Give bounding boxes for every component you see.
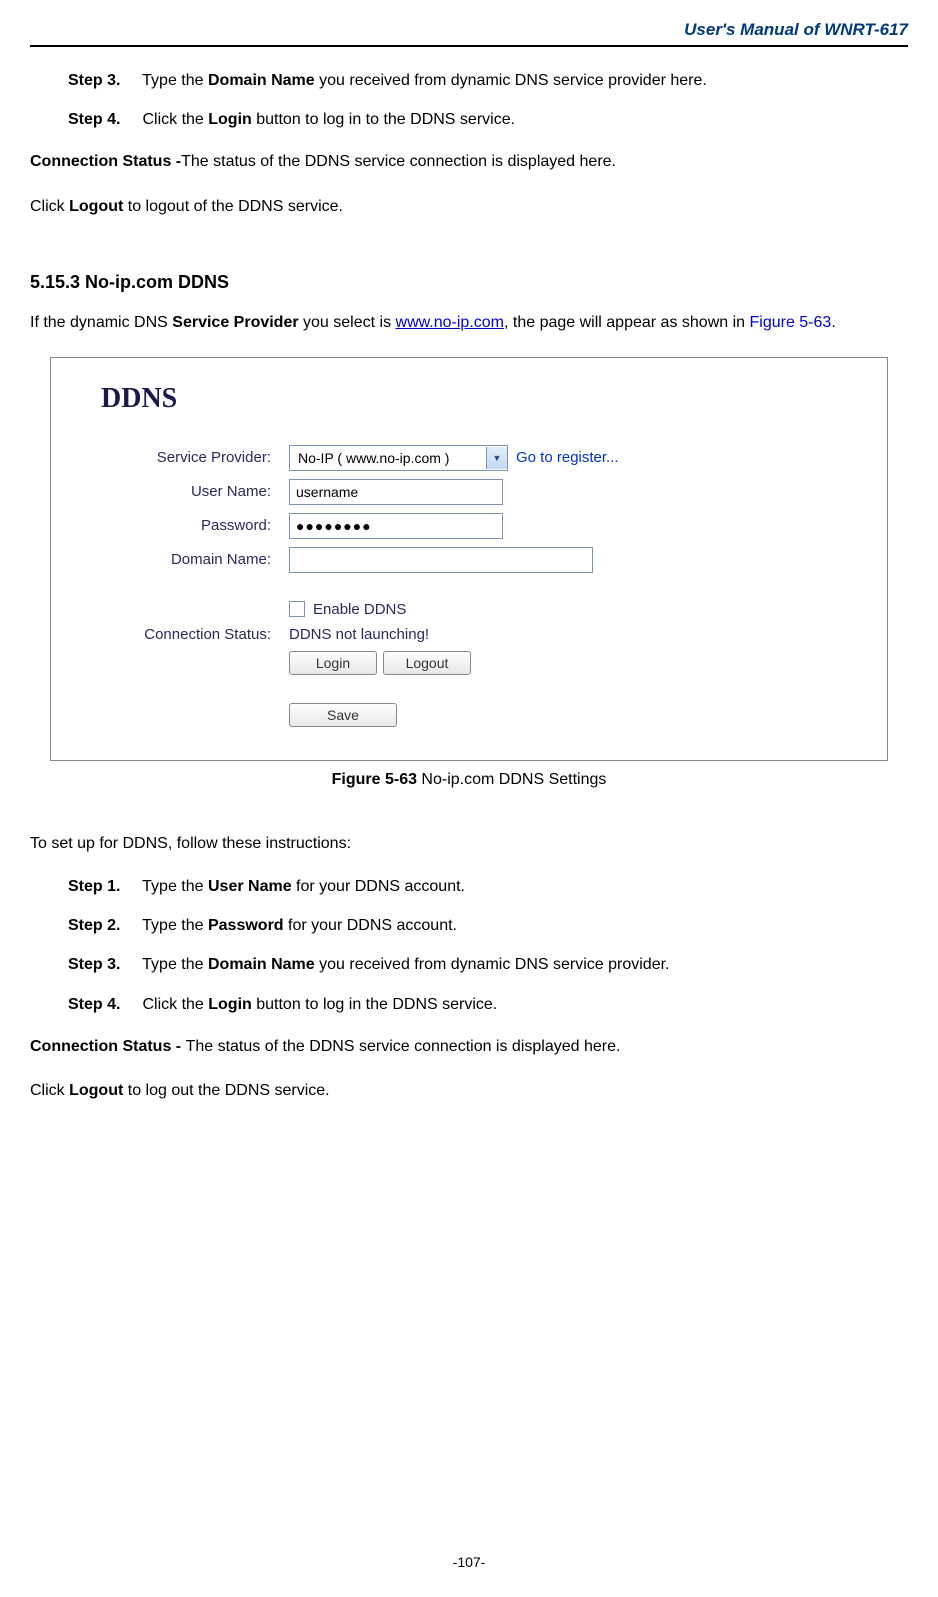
text: The status of the DDNS service connectio… [181,153,616,170]
bold: Domain Name [208,956,315,973]
step-text-suffix: button to log in to the DDNS service. [252,111,515,128]
bold: Login [208,996,252,1013]
username-row: User Name: [101,479,857,505]
figure-caption: Figure 5-63 No-ip.com DDNS Settings [30,771,908,789]
text: for your DDNS account. [284,917,457,934]
domain-row: Domain Name: [101,547,857,573]
bold-label: Connection Status - [30,1038,186,1055]
text-prefix: Click [30,198,69,215]
text-suffix: to log out the DDNS service. [123,1082,329,1099]
bold: Password [208,917,284,934]
select-value: No-IP ( www.no-ip.com ) [290,450,486,466]
text-suffix: to logout of the DDNS service. [123,198,343,215]
domain-input[interactable] [289,547,593,573]
service-provider-row: Service Provider: No-IP ( www.no-ip.com … [101,445,857,471]
bold-label: Service Provider [172,314,298,331]
page-header-title: User's Manual of WNRT-617 [30,20,908,47]
step-label: Step 4. [68,991,138,1018]
connection-status-value: DDNS not launching! [289,626,429,643]
text: The status of the DDNS service connectio… [186,1038,621,1055]
service-provider-label: Service Provider: [101,449,289,466]
text: you received from dynamic DNS service pr… [315,956,670,973]
bold-label: Connection Status - [30,153,181,170]
step-label: Step 3. [68,951,138,978]
password-row: Password: [101,513,857,539]
enable-ddns-row: Enable DDNS [101,601,857,618]
step-text-suffix: you received from dynamic DNS service pr… [315,72,707,89]
ddns-settings-figure: DDNS Service Provider: No-IP ( www.no-ip… [50,357,888,761]
go-register-link[interactable]: Go to register... [516,449,619,466]
domain-label: Domain Name: [101,551,289,568]
service-provider-select[interactable]: No-IP ( www.no-ip.com ) ▼ [289,445,508,471]
connection-status-note: Connection Status -The status of the DDN… [30,147,908,177]
section-heading: 5.15.3 No-ip.com DDNS [30,272,908,293]
text: button to log in the DDNS service. [252,996,497,1013]
page-number: -107- [0,1554,938,1570]
step-label: Step 2. [68,912,138,939]
provider-link[interactable]: www.no-ip.com [396,314,504,331]
step-text-prefix: Click the [142,111,208,128]
bold-label: Logout [69,1082,123,1099]
text-prefix: Click [30,1082,69,1099]
save-row: Save [101,703,857,727]
username-label: User Name: [101,483,289,500]
document-page: User's Manual of WNRT-617 Step 3. Type t… [0,0,938,1580]
figure-caption-text: No-ip.com DDNS Settings [417,771,606,788]
enable-ddns-label: Enable DDNS [313,601,406,618]
text: you select is [299,314,396,331]
step-text-prefix: Type the [142,72,208,89]
intro-step-4: Step 4. Click the Login button to log in… [68,106,908,133]
setup-step-2: Step 2. Type the Password for your DDNS … [68,912,908,939]
step-text-bold: Domain Name [208,72,315,89]
text: for your DDNS account. [292,878,465,895]
figure-reference[interactable]: Figure 5-63 [749,314,831,331]
text: Click the [142,996,208,1013]
text: Type the [142,878,208,895]
setup-step-4: Step 4. Click the Login button to log in… [68,991,908,1018]
setup-step-1: Step 1. Type the User Name for your DDNS… [68,873,908,900]
login-button[interactable]: Login [289,651,377,675]
figure-number: Figure 5-63 [332,771,417,788]
logout-note-bottom: Click Logout to log out the DDNS service… [30,1076,908,1106]
password-input[interactable] [289,513,503,539]
bold: User Name [208,878,292,895]
text: , the page will appear as shown in [504,314,749,331]
connection-status-label: Connection Status: [101,626,289,643]
step-label: Step 3. [68,67,138,94]
connection-status-row: Connection Status: DDNS not launching! [101,626,857,643]
save-button[interactable]: Save [289,703,397,727]
text: Type the [142,956,208,973]
password-label: Password: [101,517,289,534]
step-label: Step 1. [68,873,138,900]
enable-ddns-checkbox[interactable] [289,601,305,617]
section-intro-paragraph: If the dynamic DNS Service Provider you … [30,308,908,338]
bold-label: Logout [69,198,123,215]
text: Type the [142,917,208,934]
connection-status-note-bottom: Connection Status - The status of the DD… [30,1032,908,1062]
setup-step-3: Step 3. Type the Domain Name you receive… [68,951,908,978]
logout-button[interactable]: Logout [383,651,471,675]
chevron-down-icon: ▼ [486,447,507,469]
ddns-panel-title: DDNS [101,383,857,415]
username-input[interactable] [289,479,503,505]
step-label: Step 4. [68,106,138,133]
text: If the dynamic DNS [30,314,172,331]
login-logout-row: Login Logout [101,651,857,675]
text: . [831,314,835,331]
step-text-bold: Login [208,111,252,128]
intro-step-3: Step 3. Type the Domain Name you receive… [68,67,908,94]
logout-note: Click Logout to logout of the DDNS servi… [30,192,908,222]
setup-intro: To set up for DDNS, follow these instruc… [30,829,908,859]
